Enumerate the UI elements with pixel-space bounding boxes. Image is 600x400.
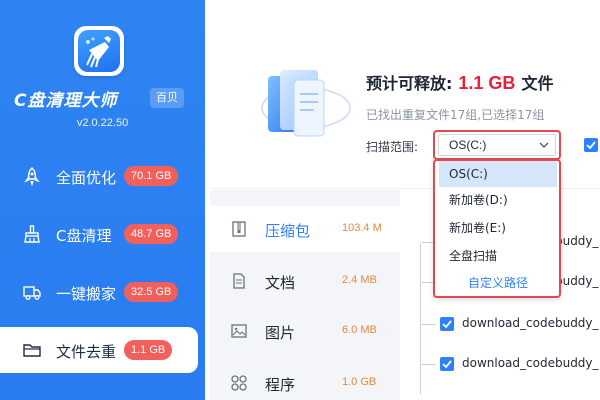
sidebar-item-label: 一键搬家: [56, 285, 117, 303]
scope-select[interactable]: OS(C:): [438, 134, 556, 156]
sidebar-item-label: 全面优化: [56, 169, 117, 187]
category-archive[interactable]: 压缩包 103.4 M: [210, 206, 400, 252]
check-icon: [442, 320, 452, 329]
title-prefix: 预计可释放:: [366, 74, 453, 93]
archive-icon: [232, 221, 246, 237]
app-badge: 百贝: [150, 88, 184, 108]
page-title: 预计可释放: 1.1 GB 文件: [366, 70, 553, 94]
category-size: 103.4 M: [342, 222, 382, 234]
dropdown-option-full-scan[interactable]: 全盘扫描: [439, 243, 557, 269]
scope-value: OS(C:): [449, 138, 487, 152]
image-icon: [231, 324, 247, 338]
category-size: 1.0 GB: [342, 376, 377, 388]
check-icon: [586, 141, 596, 150]
file-name: download_codebuddy_: [462, 316, 599, 330]
tree-branch: [422, 324, 436, 325]
tree-line: [420, 244, 421, 394]
size-badge: 70.1 GB: [124, 166, 179, 186]
custom-path-link[interactable]: 自定义路径: [439, 271, 557, 295]
sidebar-item-optimize[interactable]: 全面优化 70.1 GB: [0, 153, 205, 199]
files-illustration-icon: [261, 70, 351, 137]
category-list: 压缩包 103.4 M 文档 2.4 MB 图片 6.0 MB 程序 1.0 G…: [210, 190, 400, 400]
category-label: 文档: [265, 274, 296, 292]
scope-dropdown: OS(C:) 新加卷(D:) 新加卷(E:) 全盘扫描 自定义路径: [433, 159, 561, 298]
scan-summary: 已找出重复文件17组,已选择17组: [366, 108, 545, 122]
sidebar-item-dedupe[interactable]: 文件去重 1.1 GB: [0, 327, 198, 373]
broom-logo-icon: [86, 36, 111, 68]
folder-icon: [23, 344, 41, 357]
category-label: 压缩包: [265, 222, 311, 240]
size-badge: 32.5 GB: [124, 282, 179, 302]
file-row[interactable]: download_codebuddy_: [422, 314, 600, 334]
scope-label: 扫描范围:: [366, 140, 419, 154]
category-label: 程序: [265, 376, 296, 394]
category-program[interactable]: 程序 1.0 GB: [210, 360, 400, 400]
file-checkbox[interactable]: [440, 357, 454, 371]
file-name: download_codebuddy_: [462, 356, 599, 370]
program-icon: [231, 375, 247, 391]
title-suffix: 文件: [521, 74, 554, 93]
select-all-checkbox[interactable]: [584, 138, 598, 152]
dropdown-option-c[interactable]: OS(C:): [439, 161, 557, 187]
rocket-icon: [24, 166, 40, 186]
sidebar-item-c-clean[interactable]: C盘清理 48.7 GB: [0, 211, 205, 257]
sidebar: C盘清理大师 百贝 v2.0.22.50 全面优化 70.1 GB C盘清理 4…: [0, 0, 205, 400]
app-logo: [74, 26, 124, 76]
category-size: 6.0 MB: [342, 324, 377, 336]
file-row[interactable]: download_codebuddy_: [422, 354, 600, 374]
app-name: C盘清理大师: [14, 91, 118, 111]
release-amount: 1.1 GB: [458, 73, 516, 93]
chevron-down-icon: [539, 142, 549, 148]
size-badge: 48.7 GB: [124, 224, 179, 244]
dropdown-option-d[interactable]: 新加卷(D:): [439, 187, 557, 213]
category-document[interactable]: 文档 2.4 MB: [210, 258, 400, 304]
dropdown-option-e[interactable]: 新加卷(E:): [439, 215, 557, 241]
file-checkbox[interactable]: [440, 317, 454, 331]
category-label: 图片: [265, 324, 296, 342]
sidebar-item-move[interactable]: 一键搬家 32.5 GB: [0, 269, 205, 315]
category-size: 2.4 MB: [342, 274, 377, 286]
sidebar-item-label: C盘清理: [56, 227, 112, 245]
size-badge: 1.1 GB: [124, 340, 173, 360]
document-icon: [233, 273, 245, 289]
category-image[interactable]: 图片 6.0 MB: [210, 308, 400, 354]
sidebar-item-label: 文件去重: [56, 343, 117, 361]
tree-branch: [422, 364, 436, 365]
check-icon: [442, 360, 452, 369]
truck-icon: [23, 286, 41, 300]
broom-icon: [24, 225, 40, 243]
app-version: v2.0.22.50: [76, 117, 129, 129]
